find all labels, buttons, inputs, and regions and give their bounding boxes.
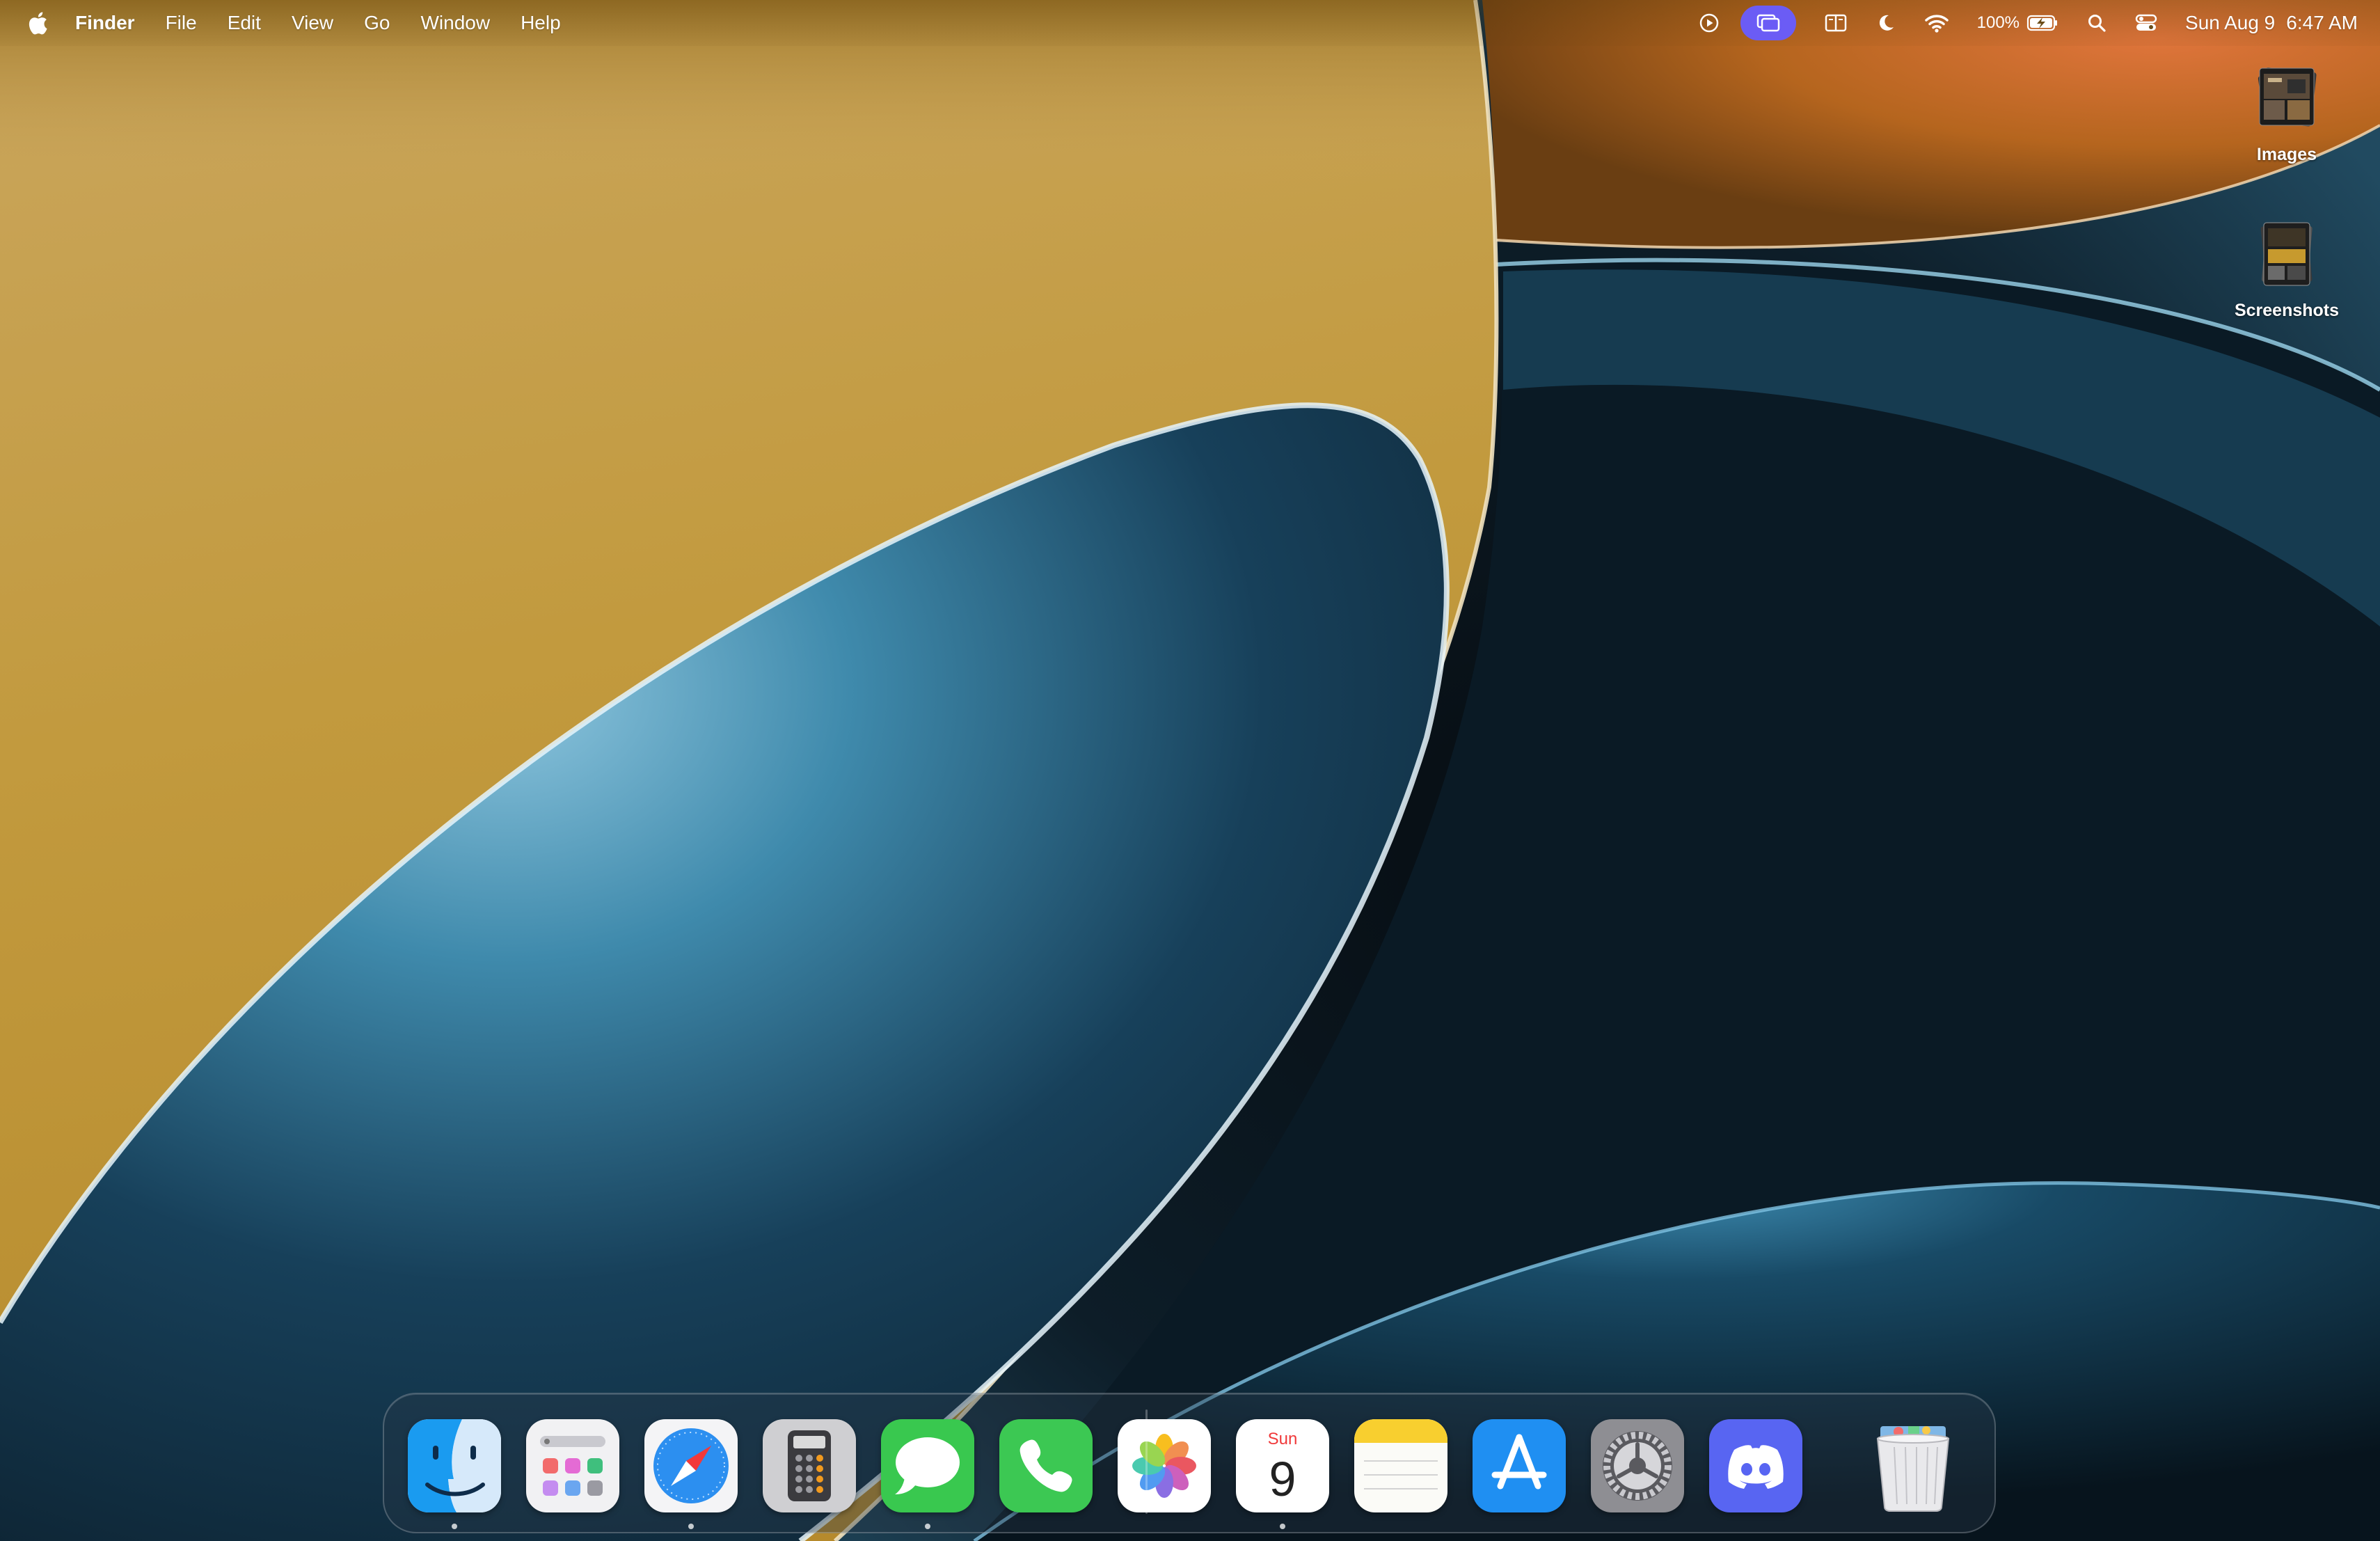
menu-bar-left: Finder File Edit View Go Window Help [28,0,592,46]
battery-charging-icon[interactable] [2026,6,2058,40]
desktop-item-label: Images [2256,145,2317,164]
app-store-icon [1473,1419,1566,1512]
dock-app-phone[interactable] [999,1419,1093,1512]
dock-app-messages[interactable] [881,1419,974,1512]
spotlight-search-icon[interactable] [2086,6,2107,40]
dock-app-safari[interactable] [644,1419,738,1512]
wifi-icon[interactable] [1924,6,1949,40]
desktop-wallpaper [0,0,2380,1541]
play-circle-icon[interactable] [1699,6,1720,40]
messages-bubble-icon [881,1419,974,1512]
discord-icon [1709,1419,1802,1512]
menu-view[interactable]: View [292,12,333,34]
menu-window[interactable]: Window [420,12,490,34]
dock: Sun 9 [383,1393,1996,1533]
split-view-icon[interactable] [1824,6,1848,40]
menu-bar-right: 100% Sun Aug 9 6:47 AM [1671,0,2358,46]
dock-app-launchpad[interactable] [526,1419,619,1512]
desktop-item-images[interactable]: Images [2224,63,2349,165]
desktop-item-label: Screenshots [2234,301,2340,320]
desktop-item-screenshots[interactable]: Screenshots [2224,219,2349,321]
moon-focus-icon[interactable] [1875,6,1896,40]
image-stack-folder-icon [2258,67,2317,127]
running-indicator [452,1524,457,1529]
dock-separator [1145,1409,1148,1514]
trash-full-icon [1876,1426,1950,1512]
apple-logo-icon[interactable] [28,9,51,37]
dock-app-notes[interactable] [1354,1419,1447,1512]
menu-bar-clock[interactable]: Sun Aug 9 6:47 AM [2185,12,2358,34]
dock-app-discord[interactable] [1709,1419,1802,1512]
dock-app-system-settings[interactable] [1591,1419,1684,1512]
running-indicator [1280,1524,1285,1529]
battery-percent: 100% [1976,13,2020,32]
menu-help[interactable]: Help [521,12,561,34]
phone-handset-icon [999,1419,1093,1512]
menu-edit[interactable]: Edit [228,12,261,34]
dock-app-app-store[interactable] [1473,1419,1566,1512]
running-indicator [688,1524,694,1529]
launchpad-icon [526,1419,619,1512]
dock-app-finder[interactable] [408,1419,501,1512]
screen-mirroring-icon[interactable] [1740,6,1796,40]
clock-date: Sun Aug 9 [2185,12,2276,33]
calculator-icon [763,1419,856,1512]
calendar-day-number: 9 [1269,1452,1296,1506]
notes-icon [1354,1419,1447,1512]
dock-trash[interactable] [1866,1419,1960,1512]
safari-compass-icon [644,1419,738,1512]
settings-gear-icon [1591,1419,1684,1512]
dock-app-calendar[interactable]: Sun 9 [1236,1419,1329,1512]
control-center-icon[interactable] [2135,6,2157,40]
menu-app-finder[interactable]: Finder [75,12,135,34]
photos-flower-icon [1118,1419,1211,1512]
menu-go[interactable]: Go [364,12,390,34]
screenshot-stack-folder-icon [2260,222,2312,286]
dock-app-calculator[interactable] [763,1419,856,1512]
menu-file[interactable]: File [166,12,197,34]
menu-bar: Finder File Edit View Go Window Help 100… [0,0,2380,46]
finder-icon [408,1419,501,1512]
dock-app-photos[interactable] [1118,1419,1211,1512]
calendar-icon: Sun 9 [1236,1419,1329,1512]
calendar-day-label: Sun [1268,1430,1298,1448]
clock-time: 6:47 AM [2286,12,2358,33]
running-indicator [925,1524,930,1529]
